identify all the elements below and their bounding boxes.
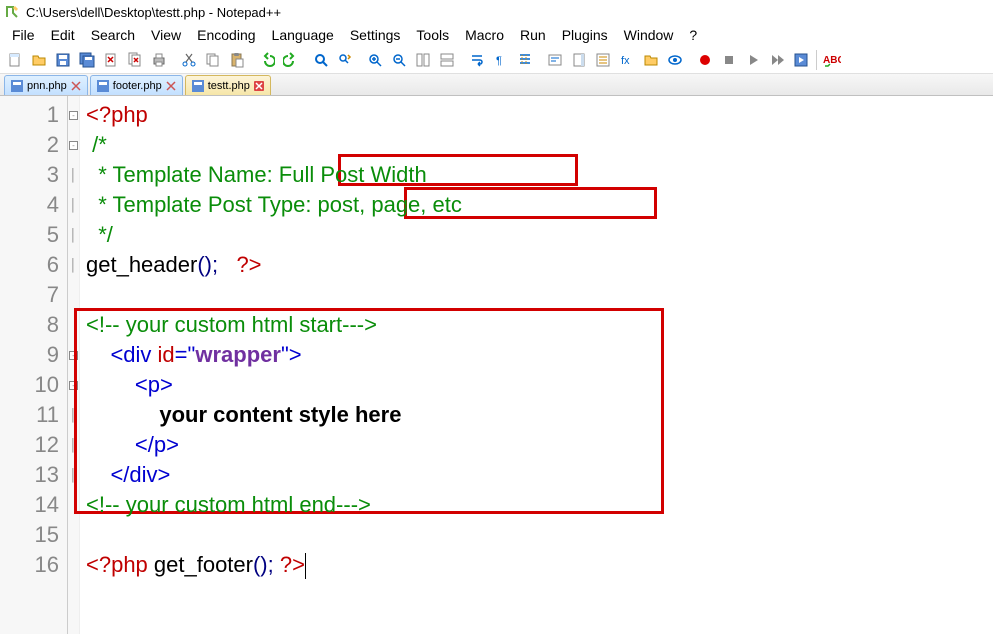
file-icon bbox=[192, 80, 204, 92]
close-button[interactable] bbox=[100, 49, 122, 71]
menu-plugins[interactable]: Plugins bbox=[554, 24, 616, 46]
fold-icon[interactable]: - bbox=[69, 381, 78, 390]
replace-button[interactable] bbox=[334, 49, 356, 71]
sync-h-button[interactable] bbox=[436, 49, 458, 71]
save-button[interactable] bbox=[52, 49, 74, 71]
menu-language[interactable]: Language bbox=[264, 24, 342, 46]
menu-search[interactable]: Search bbox=[83, 24, 143, 46]
toolbar: ¶ fx ABC bbox=[0, 46, 993, 74]
redo-button[interactable] bbox=[280, 49, 302, 71]
line-gutter: 1234 5678 9101112 13141516 bbox=[0, 96, 68, 634]
function-list-button[interactable]: fx bbox=[616, 49, 638, 71]
tab-footer[interactable]: footer.php bbox=[90, 75, 183, 95]
menu-view[interactable]: View bbox=[143, 24, 189, 46]
indent-guide-button[interactable] bbox=[514, 49, 536, 71]
menu-tools[interactable]: Tools bbox=[408, 24, 457, 46]
menu-window[interactable]: Window bbox=[616, 24, 682, 46]
text-caret bbox=[305, 553, 306, 579]
zoom-in-button[interactable] bbox=[364, 49, 386, 71]
tab-testt[interactable]: testt.php bbox=[185, 75, 271, 95]
close-icon[interactable] bbox=[254, 81, 264, 91]
doc-list-button[interactable] bbox=[592, 49, 614, 71]
close-icon[interactable] bbox=[166, 81, 176, 91]
menu-run[interactable]: Run bbox=[512, 24, 554, 46]
sync-v-button[interactable] bbox=[412, 49, 434, 71]
fold-icon[interactable]: - bbox=[69, 351, 78, 360]
save-macro-button[interactable] bbox=[790, 49, 812, 71]
monitor-button[interactable] bbox=[664, 49, 686, 71]
new-file-button[interactable] bbox=[4, 49, 26, 71]
menu-edit[interactable]: Edit bbox=[43, 24, 83, 46]
wordwrap-button[interactable] bbox=[466, 49, 488, 71]
tab-label: pnn.php bbox=[27, 80, 67, 92]
app-icon bbox=[4, 4, 20, 20]
folder-workspace-button[interactable] bbox=[640, 49, 662, 71]
menu-settings[interactable]: Settings bbox=[342, 24, 409, 46]
show-all-chars-button[interactable]: ¶ bbox=[490, 49, 512, 71]
save-all-button[interactable] bbox=[76, 49, 98, 71]
play-multi-button[interactable] bbox=[766, 49, 788, 71]
tab-label: testt.php bbox=[208, 80, 250, 92]
file-icon bbox=[97, 80, 109, 92]
titlebar: C:\Users\dell\Desktop\testt.php - Notepa… bbox=[0, 0, 993, 24]
cut-button[interactable] bbox=[178, 49, 200, 71]
copy-button[interactable] bbox=[202, 49, 224, 71]
code-area[interactable]: <?php /* * Template Name: Full Post Widt… bbox=[80, 96, 993, 634]
zoom-out-button[interactable] bbox=[388, 49, 410, 71]
play-macro-button[interactable] bbox=[742, 49, 764, 71]
svg-text:fx: fx bbox=[621, 55, 630, 67]
menubar: File Edit Search View Encoding Language … bbox=[0, 24, 993, 46]
fold-icon[interactable]: - bbox=[69, 111, 78, 120]
fold-column: - - ││││ - - │││ bbox=[68, 96, 80, 634]
stop-macro-button[interactable] bbox=[718, 49, 740, 71]
menu-encoding[interactable]: Encoding bbox=[189, 24, 263, 46]
find-button[interactable] bbox=[310, 49, 332, 71]
record-macro-button[interactable] bbox=[694, 49, 716, 71]
close-all-button[interactable] bbox=[124, 49, 146, 71]
svg-text:¶: ¶ bbox=[496, 55, 502, 67]
menu-file[interactable]: File bbox=[4, 24, 43, 46]
tab-pnn[interactable]: pnn.php bbox=[4, 75, 88, 95]
tab-label: footer.php bbox=[113, 80, 162, 92]
language-button[interactable] bbox=[544, 49, 566, 71]
undo-button[interactable] bbox=[256, 49, 278, 71]
tabbar: pnn.php footer.php testt.php bbox=[0, 74, 993, 96]
spellcheck-button[interactable]: ABC bbox=[821, 49, 843, 71]
fold-icon[interactable]: - bbox=[69, 141, 78, 150]
svg-text:ABC: ABC bbox=[823, 55, 841, 66]
window-title: C:\Users\dell\Desktop\testt.php - Notepa… bbox=[26, 5, 281, 20]
editor[interactable]: 1234 5678 9101112 13141516 - - ││││ - - … bbox=[0, 96, 993, 634]
file-icon bbox=[11, 80, 23, 92]
open-file-button[interactable] bbox=[28, 49, 50, 71]
close-icon[interactable] bbox=[71, 81, 81, 91]
print-button[interactable] bbox=[148, 49, 170, 71]
menu-macro[interactable]: Macro bbox=[457, 24, 512, 46]
menu-help[interactable]: ? bbox=[681, 24, 705, 46]
doc-map-button[interactable] bbox=[568, 49, 590, 71]
paste-button[interactable] bbox=[226, 49, 248, 71]
